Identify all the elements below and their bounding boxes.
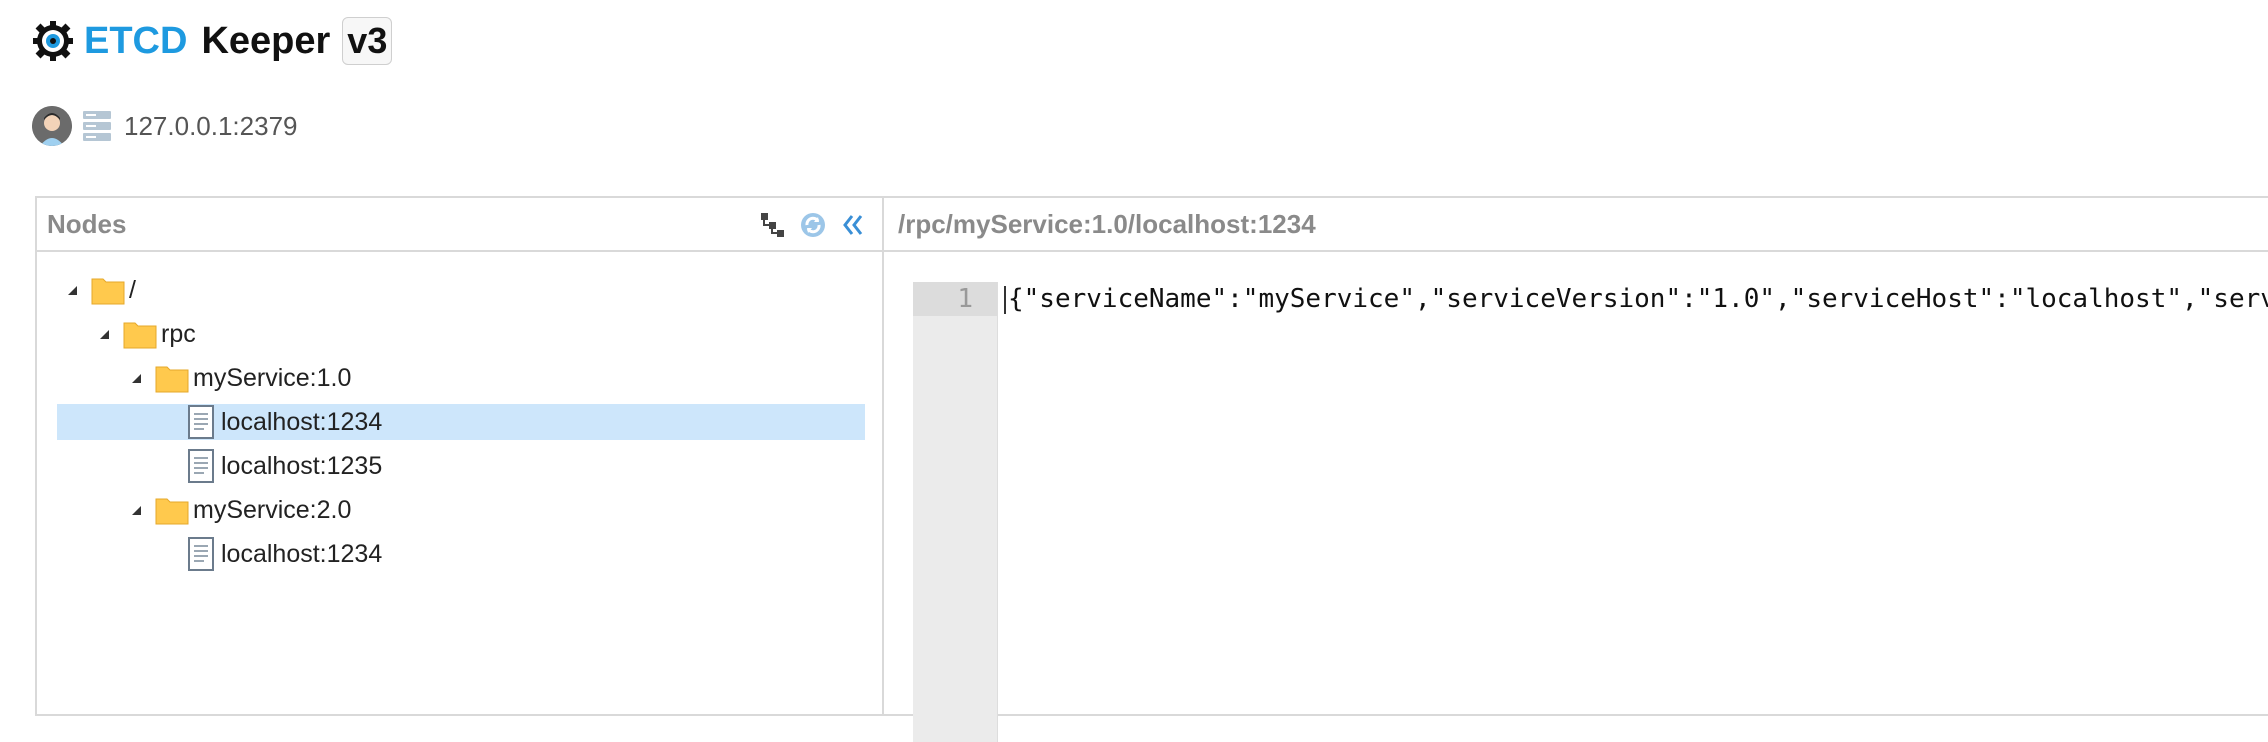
caret-down-icon[interactable] <box>97 327 111 341</box>
caret-down-icon[interactable] <box>129 503 143 517</box>
connection-bar: 127.0.0.1:2379 <box>32 104 298 148</box>
active-line-highlight <box>913 282 997 316</box>
editor-content[interactable]: {"serviceName":"myService","serviceVersi… <box>1004 282 2268 316</box>
folder-icon <box>91 278 125 305</box>
title-etcd: ETCD <box>84 19 188 62</box>
key-path-title: /rpc/myService:1.0/localhost:1234 <box>898 208 1316 239</box>
tree-node-myservice-1[interactable]: myService:1.0 <box>129 360 351 396</box>
app-header: ETCD Keeper v3 <box>32 14 393 68</box>
folder-icon <box>155 366 189 393</box>
caret-down-icon[interactable] <box>65 283 79 297</box>
nodes-panel: Nodes / rpc myService:1.0 localhost:1234… <box>35 196 884 716</box>
tree-node-label: rpc <box>161 319 196 348</box>
tree-node-label: myService:2.0 <box>193 495 352 524</box>
nodes-panel-title: Nodes <box>47 208 127 239</box>
tree-node-root[interactable]: / <box>65 272 136 308</box>
folder-icon <box>155 498 189 525</box>
tree-node-label: localhost:1234 <box>221 539 383 568</box>
collapse-left-icon[interactable] <box>838 210 868 240</box>
tree-node-localhost-1234-b[interactable]: localhost:1234 <box>187 536 382 572</box>
folder-icon <box>123 322 157 349</box>
tree-node-label: localhost:1234 <box>221 407 383 436</box>
file-icon <box>188 537 214 571</box>
tree-node-localhost-1234-selected[interactable]: localhost:1234 <box>57 404 865 440</box>
file-icon <box>188 405 214 439</box>
line-gutter: 1 <box>913 282 998 742</box>
tree-node-label: myService:1.0 <box>193 363 352 392</box>
code-text[interactable]: {"serviceName":"myService","serviceVersi… <box>1008 284 2268 314</box>
tree-node-myservice-2[interactable]: myService:2.0 <box>129 492 351 528</box>
refresh-icon[interactable] <box>798 210 828 240</box>
line-number: 1 <box>957 284 973 314</box>
editor-panel-header: /rpc/myService:1.0/localhost:1234 <box>884 198 2268 252</box>
tree-node-rpc[interactable]: rpc <box>97 316 196 352</box>
version-badge: v3 <box>342 17 393 65</box>
tree-node-localhost-1235[interactable]: localhost:1235 <box>187 448 382 484</box>
editor-panel: /rpc/myService:1.0/localhost:1234 1 {"se… <box>884 196 2268 742</box>
text-cursor <box>1004 285 1006 314</box>
caret-down-icon[interactable] <box>129 371 143 385</box>
etcd-address[interactable]: 127.0.0.1:2379 <box>124 111 298 142</box>
server-icon <box>83 111 111 141</box>
tree-node-label: localhost:1235 <box>221 451 383 480</box>
user-avatar-icon[interactable] <box>32 106 72 146</box>
nodes-panel-header: Nodes <box>37 198 882 252</box>
tree-expand-icon[interactable] <box>758 210 788 240</box>
nodes-toolbar <box>758 210 868 240</box>
tree-node-label: / <box>129 275 136 304</box>
file-icon <box>188 449 214 483</box>
gear-eye-icon <box>33 21 73 61</box>
title-keeper: Keeper <box>201 19 331 62</box>
